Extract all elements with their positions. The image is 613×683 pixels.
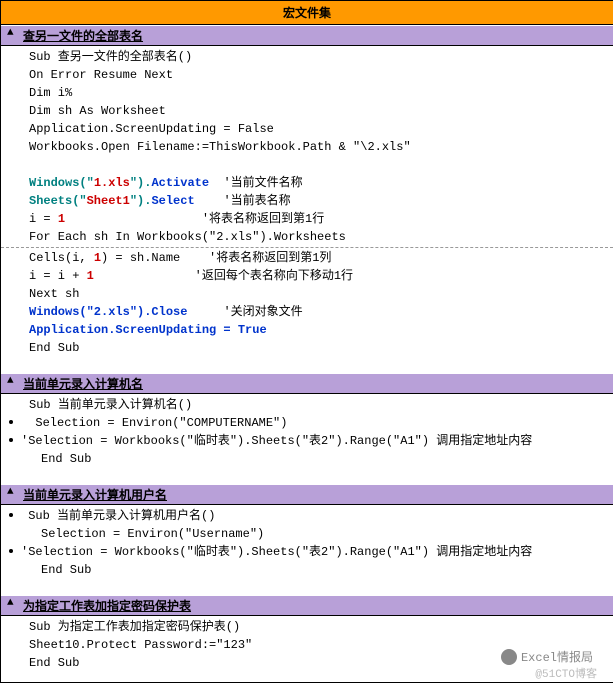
code-line: Sub 为指定工作表加指定密码保护表() [1,618,613,636]
sections-container: 查另一文件的全部表名Sub 查另一文件的全部表名()On Error Resum… [1,25,613,682]
code-line: i = i + 1 '返回每个表名称向下移动1行 [1,267,613,285]
code-line: Windows("2.xls").Close '关闭对象文件 [1,303,613,321]
section-header: 查另一文件的全部表名 [1,25,613,46]
divider [1,247,613,248]
document-frame: 宏文件集 查另一文件的全部表名Sub 查另一文件的全部表名()On Error … [0,0,613,683]
code-line: Windows("1.xls").Activate '当前文件名称 [1,174,613,192]
code-line: Selection = Environ("Username") [1,525,613,543]
code-line: Selection = Environ("COMPUTERNAME") [1,414,613,432]
code-line: End Sub [1,561,613,579]
code-line: Application.ScreenUpdating = True [1,321,613,339]
section-header: 为指定工作表加指定密码保护表 [1,595,613,616]
code-line: Sub 当前单元录入计算机名() [1,396,613,414]
code-line: Application.ScreenUpdating = False [1,120,613,138]
code-line: Dim i% [1,84,613,102]
code-line: End Sub [1,450,613,468]
code-line: 'Selection = Workbooks("临时表").Sheets("表2… [1,432,613,450]
code-line: Workbooks.Open Filename:=ThisWorkbook.Pa… [1,138,613,156]
code-line: Cells(i, 1) = sh.Name '将表名称返回到第1列 [1,249,613,267]
code-line: Sub 查另一文件的全部表名() [1,48,613,66]
title-bar: 宏文件集 [1,1,613,25]
code-block: Sub 查另一文件的全部表名()On Error Resume NextDim … [1,46,613,367]
section-header: 当前单元录入计算机用户名 [1,484,613,505]
code-line: Sub 当前单元录入计算机用户名() [1,507,613,525]
section-header: 当前单元录入计算机名 [1,373,613,394]
watermark: Excel情报局 [501,648,593,665]
code-block: Sub 当前单元录入计算机名() Selection = Environ("CO… [1,394,613,478]
code-line: i = 1 '将表名称返回到第1行 [1,210,613,228]
code-line: Sheets("Sheet1").Select '当前表名称 [1,192,613,210]
code-line: For Each sh In Workbooks("2.xls").Worksh… [1,228,613,246]
code-block: Sub 当前单元录入计算机用户名()Selection = Environ("U… [1,505,613,589]
wechat-icon [501,649,517,665]
code-line: 'Selection = Workbooks("临时表").Sheets("表2… [1,543,613,561]
code-line: End Sub [1,339,613,357]
title-text: 宏文件集 [283,7,331,21]
watermark-text: Excel情报局 [521,648,593,665]
code-line: Next sh [1,285,613,303]
code-line: On Error Resume Next [1,66,613,84]
code-line: Dim sh As Worksheet [1,102,613,120]
low-watermark: @51CTO博客 [535,665,597,681]
code-line [1,156,613,174]
